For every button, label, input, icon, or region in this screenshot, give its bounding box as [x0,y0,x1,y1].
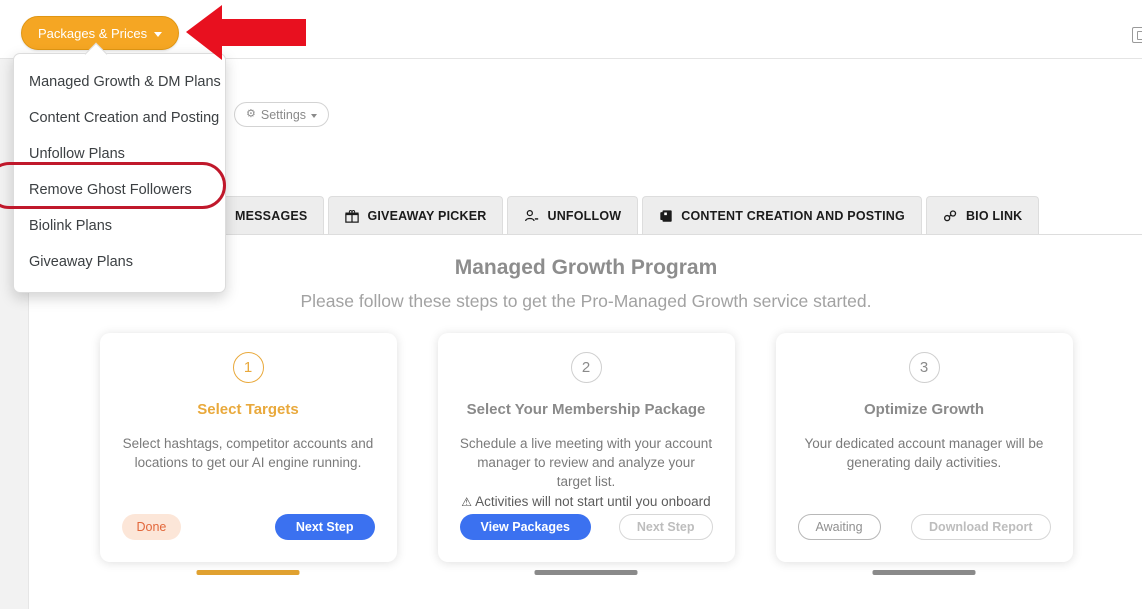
download-report-button: Download Report [911,514,1051,540]
settings-button[interactable]: ⚙ Settings [234,102,330,127]
packages-and-prices-label: Packages & Prices [38,25,148,41]
tab-giveaway-picker-label: GIVEAWAY PICKER [367,208,487,223]
settings-label: Settings [260,107,307,122]
step-progress-bar [872,570,976,575]
tab-messages-label: MESSAGES [235,208,308,223]
step-card-title: Select Targets [197,401,299,418]
step-card-actions: Awaiting Download Report [797,514,1051,540]
step-card-1: 1 Select Targets Select hashtags, compet… [99,333,397,575]
link-icon [943,209,958,223]
tab-content-creation-label: CONTENT CREATION AND POSTING [681,208,905,223]
tab-bio-link-label: BIO LINK [965,208,1023,223]
layers-icon [659,209,673,223]
tab-content-creation-and-posting[interactable]: CONTENT CREATION AND POSTING [642,196,922,234]
menu-item-label: Managed Growth & DM Plans [29,74,221,90]
steps-card-row: 1 Select Targets Select hashtags, compet… [29,333,1142,575]
step-card-warning-text: Activities will not start until you onbo… [475,494,711,509]
step-card-title: Optimize Growth [864,401,984,418]
gear-icon: ⚙ [246,108,256,120]
step-card-description: Your dedicated account manager will be g… [804,436,1044,470]
tab-messages[interactable]: MESSAGES [218,196,325,234]
step-card-2: 2 Select Your Membership Package Schedul… [437,333,735,575]
view-packages-button[interactable]: View Packages [459,514,591,540]
menu-item-unfollow-plans[interactable]: Unfollow Plans [14,136,225,172]
gift-icon [345,209,360,223]
user-minus-icon [524,209,539,223]
step-card-actions: View Packages Next Step [459,514,713,540]
warning-triangle-icon: ⚠ [461,495,473,509]
step-progress-bar [196,570,300,575]
step-card-title: Select Your Membership Package [466,401,706,418]
next-step-button-disabled: Next Step [618,514,713,540]
menu-item-label: Biolink Plans [29,218,113,234]
step-card-3: 3 Optimize Growth Your dedicated account… [775,333,1073,575]
top-header-bar: Packages & Prices [0,0,1142,59]
chevron-down-icon [154,31,163,37]
tab-unfollow[interactable]: UNFOLLOW [507,196,639,234]
awaiting-badge: Awaiting [797,514,881,540]
step-number-badge: 3 [908,352,940,383]
menu-item-biolink-plans[interactable]: Biolink Plans [14,208,225,244]
chevron-down-icon [311,113,318,118]
next-step-button[interactable]: Next Step [274,514,375,540]
packages-dropdown-menu: Managed Growth & DM Plans Content Creati… [13,53,226,293]
tab-unfollow-label: UNFOLLOW [547,208,622,223]
menu-item-label: Giveaway Plans [29,254,133,270]
menu-item-label: Unfollow Plans [29,146,125,162]
tab-giveaway-picker[interactable]: GIVEAWAY PICKER [328,196,504,234]
step-number-badge: 1 [232,352,264,383]
menu-item-label: Content Creation and Posting [29,110,220,126]
menu-item-remove-ghost-followers[interactable]: Remove Ghost Followers [14,172,225,208]
menu-item-content-creation-and-posting[interactable]: Content Creation and Posting [14,100,225,136]
app-root: Packages & Prices ⚙ Settings MESSAGES GI… [0,0,1142,609]
tab-bio-link[interactable]: BIO LINK [925,196,1040,234]
external-window-icon[interactable] [1132,27,1142,43]
step-card-warning: ⚠ Activities will not start until you on… [461,492,710,512]
step-card-description: Select hashtags, competitor accounts and… [122,436,374,470]
packages-and-prices-button[interactable]: Packages & Prices [21,16,180,50]
page-subtitle: Please follow these steps to get the Pro… [300,291,872,311]
step-number-badge: 2 [570,352,602,383]
menu-item-giveaway-plans[interactable]: Giveaway Plans [14,244,225,280]
menu-item-label: Remove Ghost Followers [29,182,192,198]
menu-item-managed-growth-dm-plans[interactable]: Managed Growth & DM Plans [14,64,225,100]
done-badge: Done [121,514,182,540]
step-card-actions: Done Next Step [121,514,375,540]
step-card-description: Schedule a live meeting with your accoun… [459,436,713,489]
step-progress-bar [534,570,638,575]
